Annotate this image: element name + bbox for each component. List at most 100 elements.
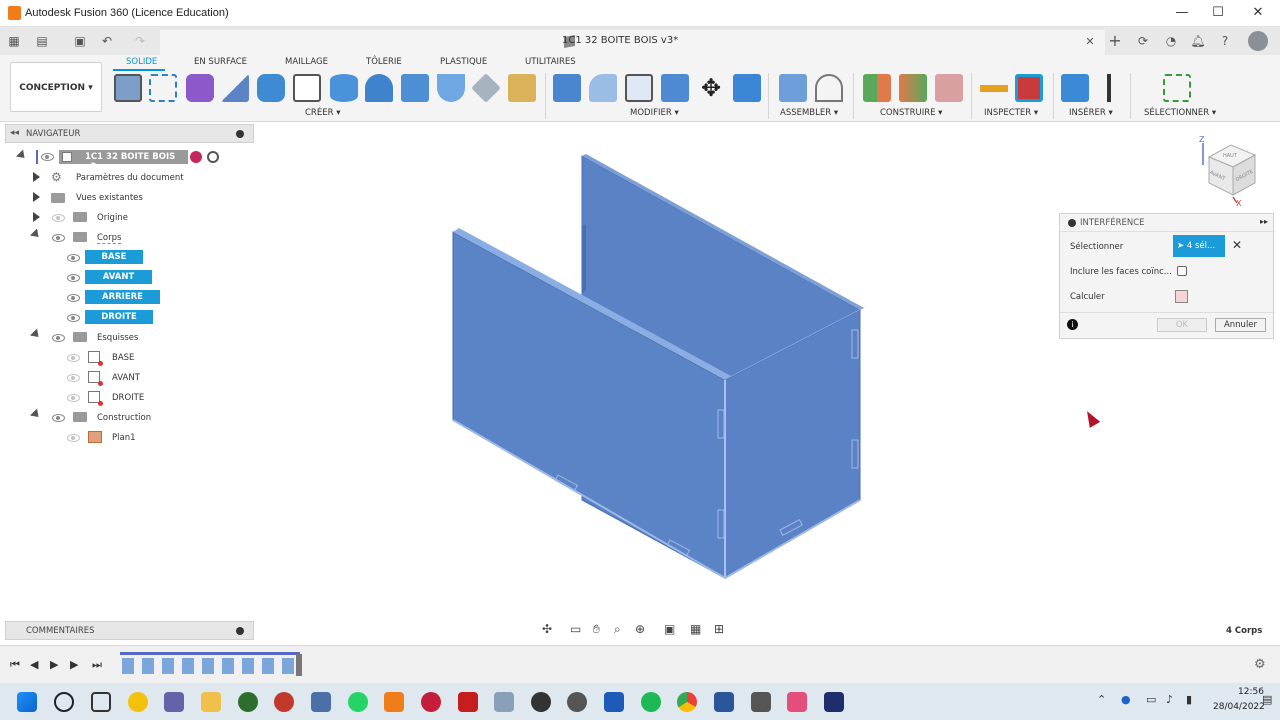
orbit-icon[interactable]: ✣ [542,622,552,636]
body-droite[interactable]: DROITE [85,310,153,324]
tab-maillage[interactable]: MAILLAGE [285,57,328,67]
search-icon[interactable] [54,692,74,712]
creative-cloud-icon[interactable] [787,692,807,712]
redo-icon[interactable]: ↷ [132,33,148,49]
interference-header[interactable]: INTERFÉRENCE ▸▸ [1060,214,1273,232]
visibility-eye-icon[interactable] [67,354,80,362]
spotify-icon[interactable] [641,692,661,712]
timeline-start-icon[interactable]: ⏮ [10,658,20,672]
autocad-a-icon[interactable] [458,692,478,712]
visibility-eye-icon[interactable] [67,374,80,382]
sweep-icon[interactable] [293,74,321,102]
timeline-end-icon[interactable]: ⏭ [92,658,102,672]
cylinder-icon[interactable] [330,74,358,102]
offset-plane-icon[interactable] [863,74,891,102]
group-modifier[interactable]: MODIFIER ▾ [630,108,679,118]
app-icon[interactable] [274,692,294,712]
visibility-eye-icon[interactable] [41,153,54,161]
group-construire[interactable]: CONSTRUIRE ▾ [880,108,942,118]
pan-icon[interactable]: ✋︎ [593,622,600,637]
collapse-sketches-icon[interactable] [29,328,43,341]
visibility-eye-icon[interactable] [67,274,80,282]
viewcube-graphic[interactable] [1195,135,1265,210]
press-pull-icon[interactable] [553,74,581,102]
visibility-eye-icon[interactable] [52,414,65,422]
minimize-button[interactable]: — [1167,4,1197,22]
tab-en-surface[interactable]: EN SURFACE [194,57,247,67]
chrome-icon[interactable] [677,692,697,712]
navigator-options-icon[interactable] [236,130,244,138]
timeline-play-icon[interactable]: ▶ [50,658,58,671]
hole-icon[interactable] [437,74,465,102]
clock-date[interactable]: 28/04/2022 [1213,702,1265,712]
expand-views-icon[interactable] [33,192,40,202]
combine-icon[interactable] [733,74,761,102]
viewports-icon[interactable]: ⊞ [714,622,724,636]
user-avatar[interactable] [1248,31,1268,51]
clear-selection-icon[interactable]: ✕ [1232,238,1242,252]
group-creer[interactable]: CRÉER ▾ [305,108,340,118]
timeline-features[interactable] [122,658,297,674]
viewcube[interactable]: Z X HAUT AVANT DROITE [1195,135,1265,210]
maximize-button[interactable]: ☐ [1203,4,1233,22]
include-coincident-checkbox[interactable] [1177,266,1187,276]
close-tab-icon[interactable]: ✕ [1082,34,1098,50]
microphone-icon[interactable]: ● [1121,693,1131,706]
file-explorer-icon[interactable] [201,692,221,712]
visibility-eye-icon[interactable] [52,234,65,242]
timeline-marker[interactable] [296,654,302,676]
tray-expand-icon[interactable]: ⌃ [1097,693,1106,706]
app2-icon[interactable] [494,692,514,712]
comments-panel-header[interactable]: COMMENTAIRES [5,621,254,640]
tab-plastique[interactable]: PLASTIQUE [440,57,487,67]
calculator-icon[interactable] [311,692,331,712]
settings-icon[interactable] [567,692,587,712]
task-view-icon[interactable] [91,692,111,712]
body-avant[interactable]: AVANT [85,270,152,284]
app3-icon[interactable] [531,692,551,712]
joint-icon[interactable] [815,74,843,102]
interference-icon[interactable] [1015,74,1043,102]
cancel-button[interactable]: Annuler [1215,318,1266,332]
start-icon[interactable] [17,692,37,712]
3d-model-box[interactable] [440,150,880,590]
create-sketch-icon[interactable] [149,74,177,102]
whatsapp-icon[interactable] [348,692,368,712]
nav-sketches-label[interactable]: Esquisses [97,333,138,343]
insert-mcmaster-icon[interactable] [1098,74,1120,102]
teams-icon[interactable] [164,692,184,712]
outlook-icon[interactable] [714,692,734,712]
battery-icon[interactable]: ▮ [1186,693,1192,706]
pattern-icon[interactable] [508,74,536,102]
tab-solide[interactable]: SOLIDE [126,57,157,67]
timeline-settings-icon[interactable]: ⚙ [1254,657,1266,672]
save-icon[interactable]: ▣ [72,33,88,49]
file-menu-icon[interactable]: ▤ [34,33,50,49]
group-inserer[interactable]: INSÉRER ▾ [1069,108,1113,118]
nav-origin-label[interactable]: Origine [97,213,128,223]
expand-root-icon[interactable] [15,149,29,162]
collapse-navigator-icon[interactable]: ◂◂ [10,128,19,138]
collapse-bodies-icon[interactable] [29,228,43,241]
undo-icon[interactable]: ↶ [99,33,115,49]
volume-icon[interactable]: ♪ [1166,693,1173,706]
calculate-icon[interactable] [1175,290,1188,303]
display-settings-icon[interactable]: ▣ [664,622,675,636]
expand-params-icon[interactable] [33,172,40,182]
dialog-expand-icon[interactable]: ▸▸ [1260,217,1268,226]
midplane-icon[interactable] [899,74,927,102]
fusion360-taskbar-icon[interactable] [384,692,404,712]
group-selectionner[interactable]: SÉLECTIONNER ▾ [1144,108,1216,118]
nav-sketch-droite-label[interactable]: DROITE [112,393,144,403]
new-tab-icon[interactable]: + [1107,33,1123,49]
new-component-assemble-icon[interactable] [779,74,807,102]
tab-tolerie[interactable]: TÔLERIE [366,57,402,67]
nav-construction-label[interactable]: Construction [97,413,151,423]
help-icon[interactable]: ? [1217,33,1233,49]
group-inspecter[interactable]: INSPECTER ▾ [984,108,1038,118]
camera-icon[interactable] [751,692,771,712]
loft-icon[interactable] [365,74,393,102]
nav-bodies-label[interactable]: Corps [97,233,122,244]
body-base[interactable]: BASE [85,250,143,264]
expand-origin-icon[interactable] [33,212,40,222]
